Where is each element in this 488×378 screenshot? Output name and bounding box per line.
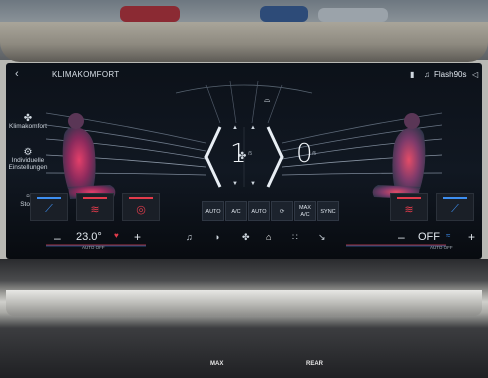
- mode-button-auto[interactable]: AUTO: [248, 201, 270, 221]
- fan-nav-icon[interactable]: ✤: [242, 232, 250, 243]
- sidebar-item-klimakomfort[interactable]: ✤ Klimakomfort: [6, 113, 50, 131]
- home-icon[interactable]: ⌂: [266, 232, 271, 242]
- top-bar: ‹ KLIMAKOMFORT ▮ ♫ Flash90s ◁: [6, 68, 482, 85]
- apps-grid-icon[interactable]: ∷: [292, 232, 298, 243]
- right-temperature[interactable]: OFF: [418, 231, 440, 243]
- media-icon[interactable]: ♫: [186, 232, 193, 242]
- fan-unit-left: /5: [248, 151, 253, 157]
- fan-icon: ✤: [23, 113, 33, 124]
- gear-icon: ⚙: [23, 147, 33, 158]
- navigation-icon[interactable]: ↘: [318, 232, 326, 243]
- fan-left-down-arrow[interactable]: ▼: [232, 181, 238, 187]
- mode-button-max-ac[interactable]: MAX A/C: [294, 201, 316, 221]
- right-temp-plus-button[interactable]: +: [468, 230, 475, 244]
- left-seat-ventilation-button[interactable]: ⟋: [30, 193, 68, 221]
- page-title: KLIMAKOMFORT: [52, 70, 120, 79]
- left-temp-plus-button[interactable]: +: [134, 230, 141, 244]
- sidebar-item-individuelle[interactable]: ⚙ Individuelle Einstellungen: [6, 147, 50, 172]
- ventilation-indicator: [443, 197, 467, 199]
- radio-icon[interactable]: ◑: [214, 232, 219, 242]
- left-heat-indicator-icon: ♥: [114, 231, 119, 240]
- mode-button-ac[interactable]: A/C: [225, 201, 247, 221]
- background-car-red: [120, 6, 180, 22]
- mode-button-auto-program[interactable]: AUTO: [202, 201, 224, 221]
- rear-defrost-label: REAR: [306, 361, 324, 367]
- fan-right-up-arrow[interactable]: ▲: [250, 125, 256, 131]
- heating-indicator: [397, 197, 421, 199]
- mode-button-sync[interactable]: SYNC: [317, 201, 339, 221]
- mode-button-sub: A/C: [300, 212, 310, 218]
- speaker-icon[interactable]: ◁: [472, 70, 478, 79]
- seat-heating-icon: ≋: [404, 204, 414, 216]
- recirculation-icon: ⟳: [279, 209, 285, 215]
- left-temperature[interactable]: 23.0°: [76, 231, 102, 243]
- infotainment-screen: ‹ KLIMAKOMFORT ▮ ♫ Flash90s ◁ ⌓ ✤ ✤ Klim…: [6, 63, 482, 259]
- right-heat-indicator-icon: ≈: [446, 231, 451, 240]
- background-car-silver: [318, 8, 388, 22]
- windshield-defrost-icon[interactable]: ⌓: [264, 95, 270, 105]
- left-seat-graphic: [62, 113, 116, 199]
- now-playing-text[interactable]: Flash90s: [434, 70, 466, 79]
- ventilation-indicator: [37, 197, 61, 199]
- right-seat-ventilation-button[interactable]: ⟋: [436, 193, 474, 221]
- background-car-blue: [260, 6, 308, 22]
- heating-indicator: [129, 197, 153, 199]
- phone-icon[interactable]: ▮: [410, 70, 414, 79]
- right-seat-graphic: [372, 113, 426, 199]
- mode-button-recirculation[interactable]: ⟳: [271, 201, 293, 221]
- steering-heating-icon: ◎: [136, 204, 146, 216]
- music-note-icon[interactable]: ♫: [424, 70, 430, 79]
- heating-indicator: [83, 197, 107, 199]
- dashboard-cover: [0, 22, 488, 62]
- chrome-trim: [6, 290, 482, 316]
- fan-level-left: 1: [230, 139, 247, 169]
- mode-button-label: MAX: [299, 205, 311, 211]
- sidebar-item-label: Individuelle Einstellungen: [8, 157, 48, 171]
- max-defrost-label: MAX: [210, 361, 224, 367]
- scene: ‹ KLIMAKOMFORT ▮ ♫ Flash90s ◁ ⌓ ✤ ✤ Klim…: [0, 0, 488, 378]
- lower-dashboard: [0, 259, 488, 378]
- seat-cooling-icon: ⟋: [451, 203, 459, 215]
- fan-right-down-arrow[interactable]: ▼: [250, 181, 256, 187]
- fan-left-up-arrow[interactable]: ▲: [232, 125, 238, 131]
- fan-unit-right: /5: [312, 151, 317, 157]
- bottom-climate-row: – 23.0° ♥ + AUTO OFF ♫ ◑ ✤ ⌂ ∷ ↘ – OFF ≈…: [6, 227, 482, 251]
- seat-cooling-icon: ⟋: [45, 203, 53, 215]
- right-seat-heating-button[interactable]: ≋: [390, 193, 428, 221]
- right-temp-minus-button[interactable]: –: [398, 230, 405, 244]
- seat-heating-icon: ≋: [90, 204, 100, 216]
- fan-level-right: 0: [296, 139, 313, 169]
- back-arrow-icon[interactable]: ‹: [15, 68, 19, 80]
- right-auto-status: AUTO OFF: [430, 245, 453, 250]
- left-auto-status: AUTO OFF: [82, 245, 105, 250]
- sidebar-item-label: Klimakomfort: [9, 123, 47, 130]
- left-seat-heating-button[interactable]: ≋: [76, 193, 114, 221]
- left-temp-minus-button[interactable]: –: [54, 231, 61, 245]
- left-steering-heating-button[interactable]: ◎: [122, 193, 160, 221]
